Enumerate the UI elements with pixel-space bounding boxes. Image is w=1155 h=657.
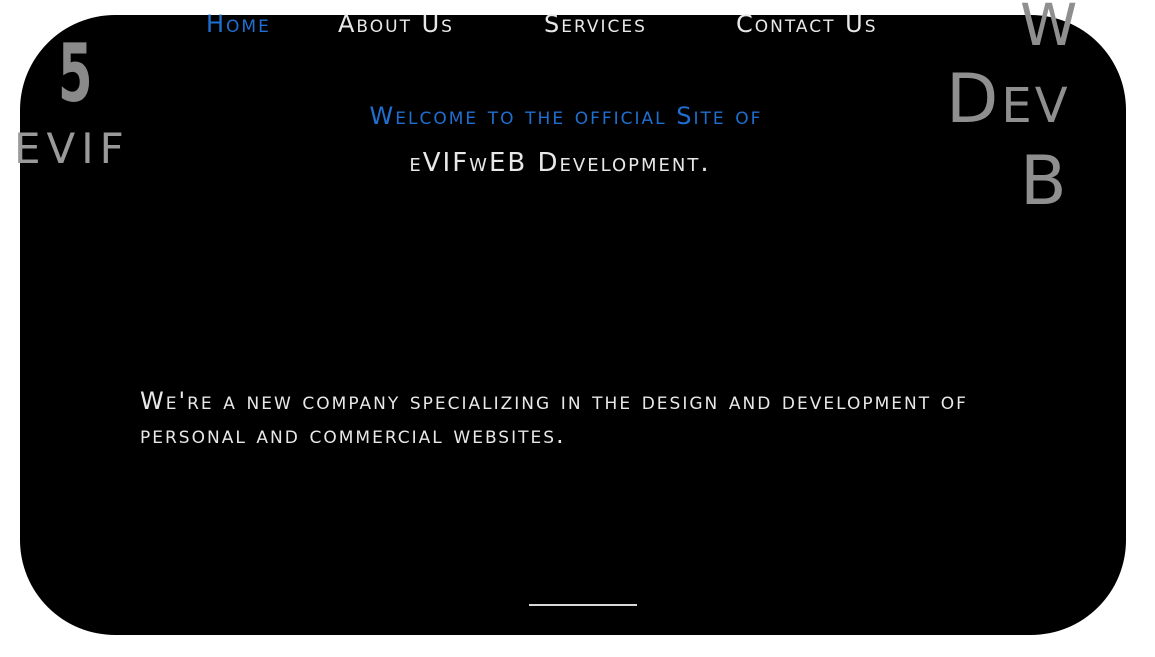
footer-divider — [529, 604, 637, 606]
nav-about-us[interactable]: About Us — [338, 10, 454, 38]
main-nav: Home About Us Services Contact Us — [0, 10, 1155, 50]
company-name: eVIFwEB Development. — [409, 148, 711, 178]
nav-home[interactable]: Home — [206, 10, 271, 38]
welcome-heading: Welcome to the official Site of — [369, 102, 763, 130]
nav-contact-us[interactable]: Contact Us — [736, 10, 878, 38]
intro-tagline: We're a new company specializing in the … — [140, 387, 968, 449]
nav-services[interactable]: Services — [544, 10, 647, 38]
